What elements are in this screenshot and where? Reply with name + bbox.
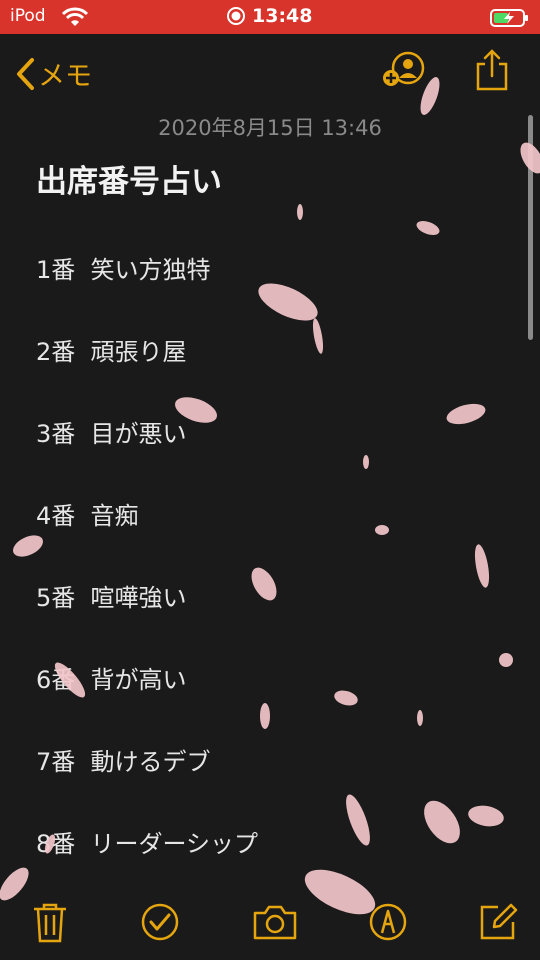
add-person-icon[interactable] bbox=[382, 50, 428, 90]
note-date: 2020年8月15日 13:46 bbox=[158, 116, 382, 140]
note-line[interactable]: 3番 目が悪い bbox=[36, 414, 187, 449]
carrier-label: iPod bbox=[10, 6, 46, 26]
compose-icon[interactable] bbox=[478, 902, 518, 942]
back-chevron-icon bbox=[17, 57, 34, 90]
cherry-blossom-petals bbox=[0, 77, 540, 915]
battery-charging-icon bbox=[490, 9, 528, 27]
note-line[interactable]: 8番 リーダーシップ bbox=[36, 824, 258, 859]
back-button-label: メモ bbox=[38, 61, 92, 92]
status-center: 13:48 bbox=[226, 5, 312, 27]
markup-icon[interactable] bbox=[368, 902, 408, 942]
note-line[interactable]: 4番 音痴 bbox=[36, 496, 139, 531]
scrollbar[interactable] bbox=[528, 115, 533, 340]
status-time: 13:48 bbox=[252, 5, 313, 27]
note-line[interactable]: 5番 喧嘩強い bbox=[36, 578, 187, 613]
camera-icon[interactable] bbox=[252, 902, 298, 942]
status-bar: iPod 13:48 bbox=[0, 0, 540, 34]
note-line[interactable]: 1番 笑い方独特 bbox=[36, 250, 211, 285]
share-icon[interactable] bbox=[474, 48, 510, 92]
note-title[interactable]: 出席番号占い bbox=[36, 156, 222, 201]
note-line[interactable]: 6番 背が高い bbox=[36, 660, 187, 695]
note-line[interactable]: 2番 頑張り屋 bbox=[36, 332, 187, 367]
wifi-icon bbox=[62, 7, 88, 26]
record-icon bbox=[227, 7, 245, 25]
trash-icon[interactable] bbox=[32, 902, 68, 944]
bottom-toolbar bbox=[0, 890, 540, 960]
checklist-icon[interactable] bbox=[140, 902, 180, 942]
back-button[interactable]: メモ bbox=[14, 54, 92, 93]
note-line[interactable]: 7番 動けるデブ bbox=[36, 742, 211, 777]
navigation-bar: メモ bbox=[0, 34, 540, 110]
